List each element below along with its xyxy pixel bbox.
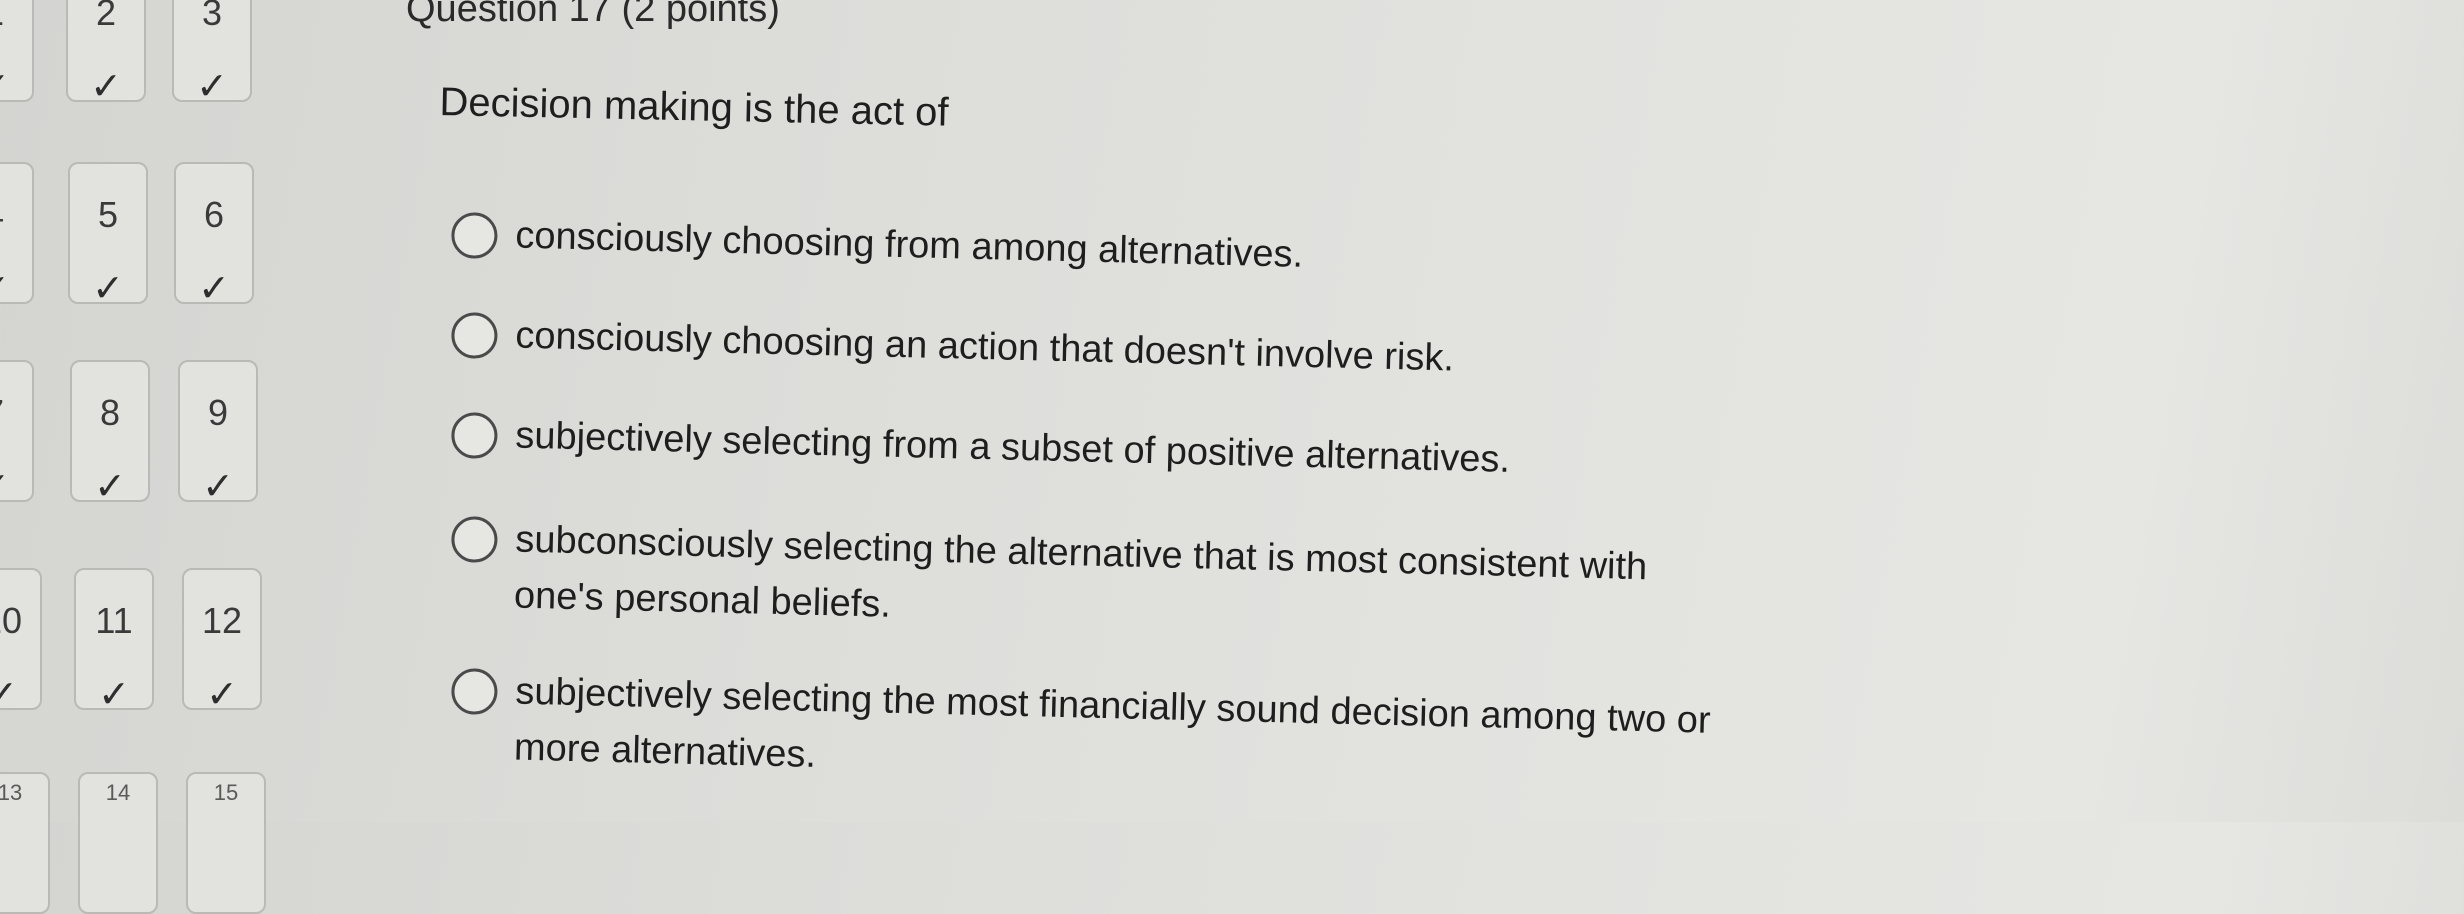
answered-check-icon: ✓: [198, 268, 230, 310]
answer-option-2[interactable]: consciously choosing an action that does…: [450, 312, 1716, 393]
answered-check-icon: ✓: [92, 268, 124, 310]
answered-check-icon: ✓: [94, 466, 126, 508]
answer-option-4[interactable]: subconsciously selecting the alternative…: [449, 516, 1655, 651]
question-tile-5[interactable]: 5 ✓: [68, 162, 148, 310]
radio-button[interactable]: [450, 212, 498, 260]
radio-button[interactable]: [450, 668, 498, 716]
question-tile-number: 14: [105, 780, 131, 805]
answered-check-icon: ✓: [0, 64, 32, 109]
question-tile-number: 13: [0, 780, 23, 805]
answered-check-icon: ✓: [0, 674, 18, 716]
question-tile-7[interactable]: 7 ✓: [0, 360, 34, 508]
question-tile-10[interactable]: 10 ✓: [0, 568, 42, 716]
question-tile-number: 10: [0, 600, 23, 641]
answer-option-label: consciously choosing from among alternat…: [514, 214, 1304, 276]
question-tile-number: 2: [95, 0, 117, 33]
question-tile-11[interactable]: 11 ✓: [74, 568, 154, 716]
question-tile-15[interactable]: 15: [186, 772, 266, 914]
answer-option-3[interactable]: subjectively selecting from a subset of …: [450, 412, 1716, 493]
answered-check-icon: ✓: [196, 66, 228, 108]
radio-button[interactable]: [450, 412, 498, 460]
answered-check-icon: ✓: [0, 266, 32, 311]
radio-button[interactable]: [450, 312, 498, 360]
question-tile-3[interactable]: 3 ✓: [172, 0, 252, 108]
question-tile-number: 11: [95, 600, 133, 641]
answer-option-1[interactable]: consciously choosing from among alternat…: [450, 212, 1716, 293]
question-tile-number: 6: [203, 194, 225, 235]
question-tile-12[interactable]: 12 ✓: [182, 568, 262, 716]
answered-check-icon: ✓: [202, 466, 234, 508]
question-tile-8[interactable]: 8 ✓: [70, 360, 150, 508]
question-tile-9[interactable]: 9 ✓: [178, 360, 258, 508]
answered-check-icon: ✓: [90, 66, 122, 108]
question-tile-number: 1: [0, 0, 32, 34]
question-tile-2[interactable]: 2 ✓: [66, 0, 146, 108]
question-tile-number: 3: [201, 0, 223, 33]
question-tile-number: 7: [0, 392, 32, 434]
question-tile-number: 5: [97, 194, 119, 235]
question-prompt: Decision making is the act of: [439, 80, 950, 135]
answer-option-label: subjectively selecting from a subset of …: [514, 414, 1511, 481]
question-tile-number: 15: [213, 780, 239, 805]
radio-button[interactable]: [450, 516, 498, 564]
question-tile-number: 12: [201, 600, 243, 641]
answered-check-icon: ✓: [206, 674, 238, 716]
question-tile-13[interactable]: 13: [0, 772, 50, 914]
question-tile-number: 4: [0, 194, 32, 236]
answer-option-5[interactable]: subjectively selecting the most financia…: [449, 668, 1715, 805]
question-tile-1[interactable]: 1 ✓: [0, 0, 34, 108]
question-header: Question 17 (2 points): [406, 0, 780, 30]
answer-option-label: subjectively selecting the most financia…: [513, 670, 1712, 776]
answer-option-label: consciously choosing an action that does…: [514, 314, 1455, 380]
question-tile-number: 8: [99, 392, 121, 433]
question-tile-14[interactable]: 14: [78, 772, 158, 914]
answered-check-icon: ✓: [98, 674, 130, 716]
question-tile-4[interactable]: 4 ✓: [0, 162, 34, 310]
question-navigator: 1 ✓ 2 ✓ 3 ✓ 4 ✓ 5 ✓ 6 ✓ 7 ✓ 8 ✓ 9 ✓ 10 ✓…: [0, 0, 300, 914]
answered-check-icon: ✓: [0, 464, 32, 509]
question-tile-number: 9: [207, 392, 229, 433]
question-tile-6[interactable]: 6 ✓: [174, 162, 254, 310]
answer-option-label: subconsciously selecting the alternative…: [513, 518, 1648, 626]
